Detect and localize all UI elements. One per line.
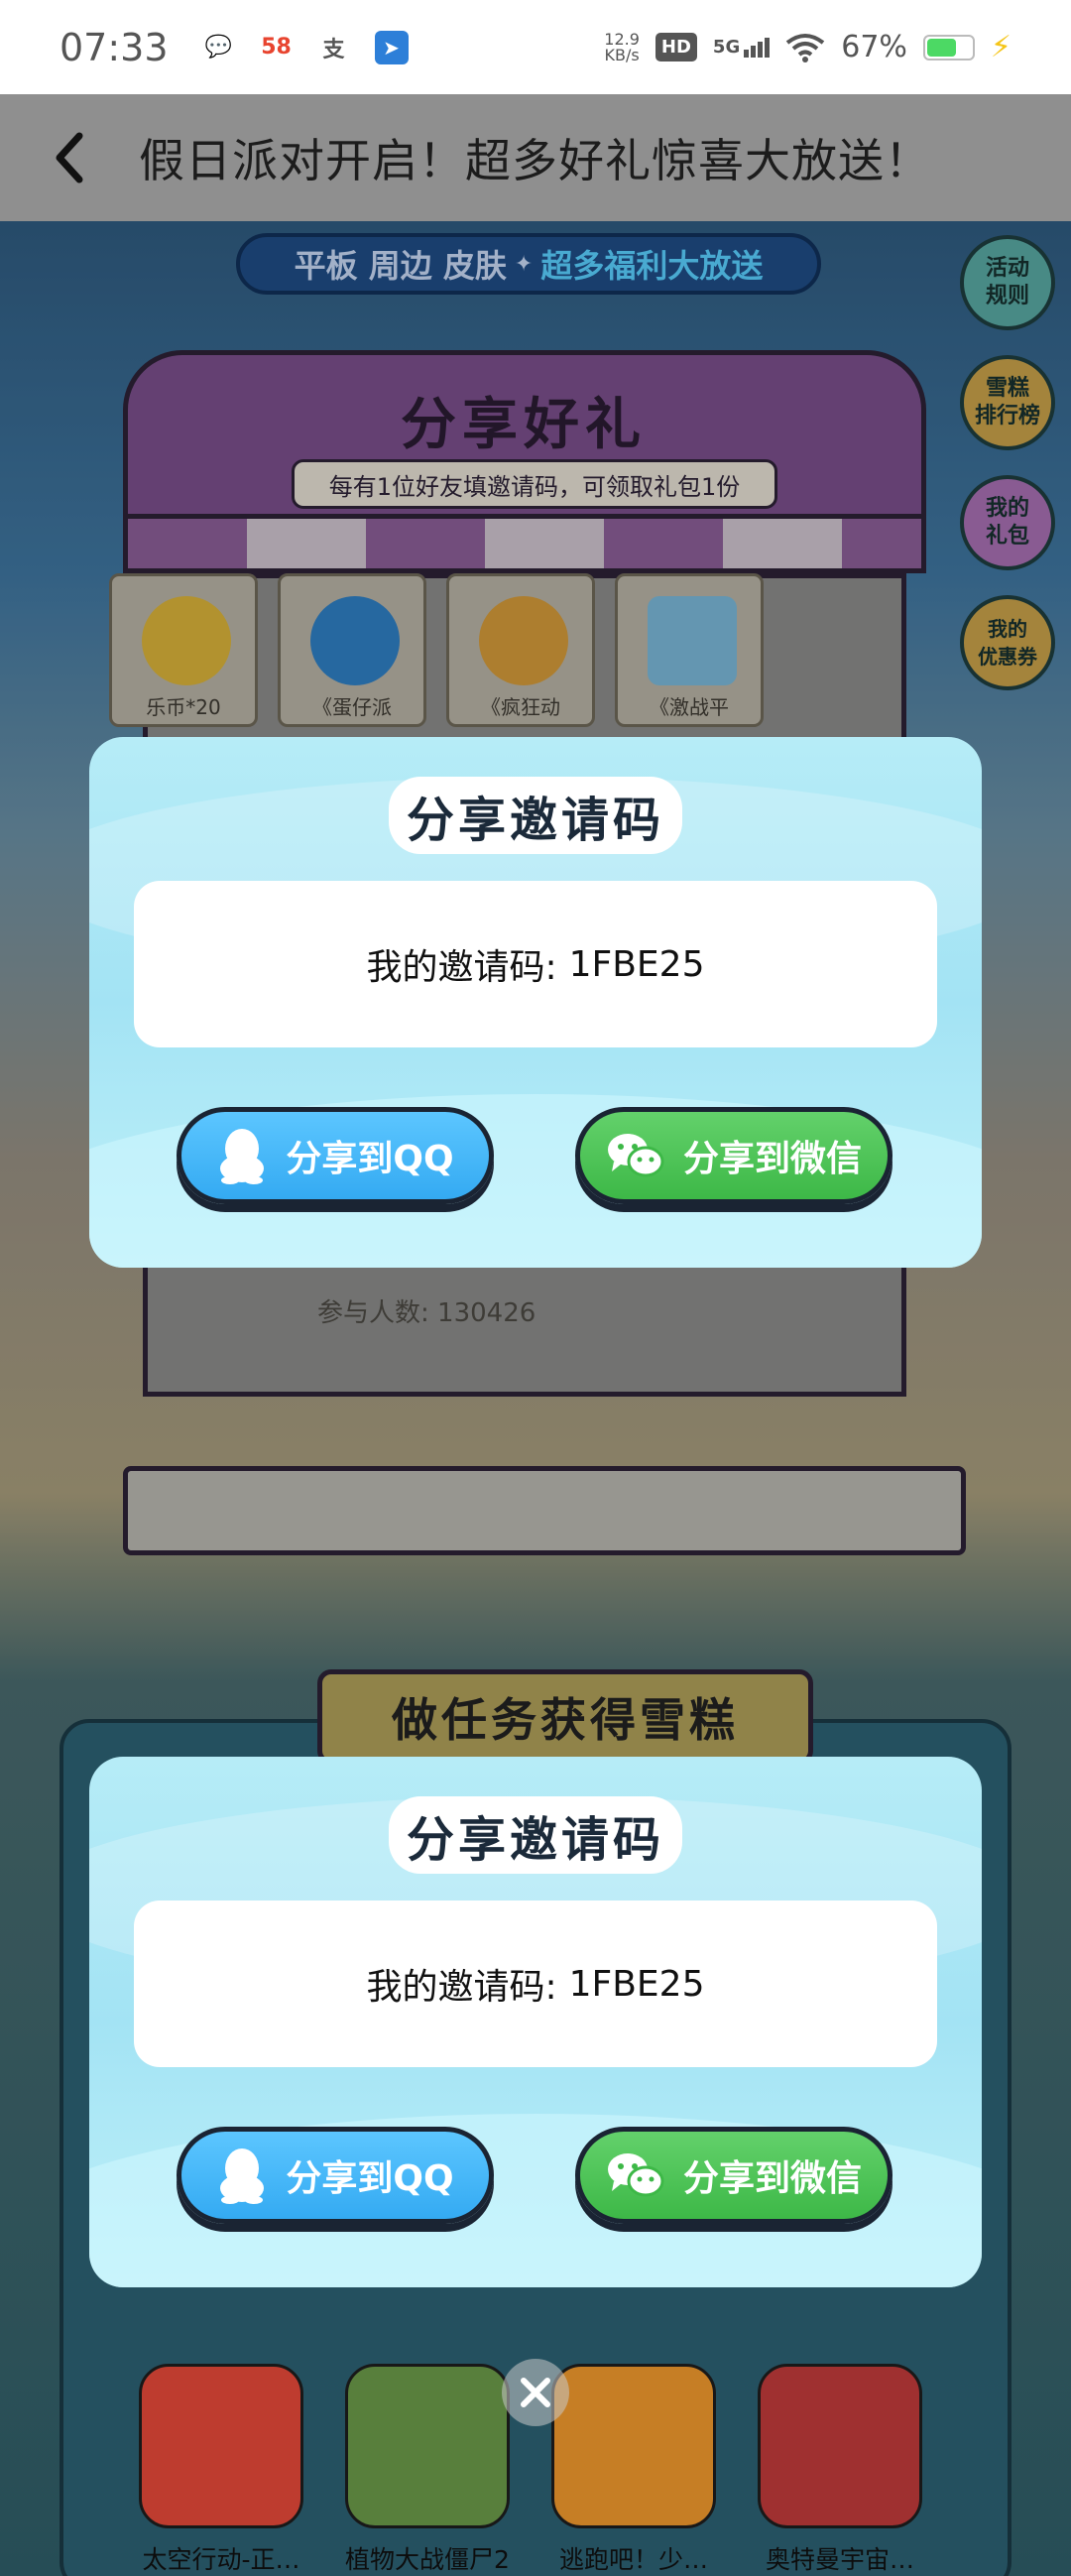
invite-code-dialog: 分享邀请码 我的邀请码: 1FBE25 分享到QQ 分享到微信 xyxy=(89,1757,982,2287)
signal-icon: 5G xyxy=(712,37,771,58)
battery-icon xyxy=(922,34,975,61)
charging-icon: ⚡ xyxy=(990,30,1012,64)
qq-penguin-icon xyxy=(220,2148,265,2204)
status-bar: 07:33 💬 58 支 ➤ 12.9 KB/s HD 5G 67% ⚡ xyxy=(0,0,1071,94)
58-app-icon: 58 xyxy=(261,35,292,60)
status-time: 07:33 xyxy=(60,25,169,69)
back-button[interactable] xyxy=(0,94,139,221)
invite-code-label: 我的邀请码: xyxy=(366,947,557,988)
wifi-icon xyxy=(786,33,825,62)
share-qq-button[interactable]: 分享到QQ xyxy=(177,1107,494,1204)
wechat-icon xyxy=(607,2153,664,2197)
status-app-icons: 💬 58 支 ➤ xyxy=(202,30,409,64)
invite-code-dialog: 分享邀请码 我的邀请码: 1FBE25 分享到QQ 分享到微信 xyxy=(89,737,982,1268)
qq-penguin-icon xyxy=(220,1129,265,1184)
invite-code-box[interactable]: 我的邀请码: 1FBE25 xyxy=(134,881,937,1047)
close-icon xyxy=(521,2378,550,2407)
share-wechat-button[interactable]: 分享到微信 xyxy=(575,1107,892,1204)
close-dialog-button[interactable] xyxy=(502,2359,569,2426)
status-indicators: 12.9 KB/s HD 5G 67% ⚡ xyxy=(604,30,1012,64)
app-notification-icon: ➤ xyxy=(374,30,409,64)
invite-code-label: 我的邀请码: xyxy=(366,1967,557,2008)
wechat-icon: 💬 xyxy=(204,35,233,60)
alipay-icon: 支 xyxy=(322,37,345,62)
network-speed: 12.9 KB/s xyxy=(604,29,640,64)
dialog-title: 分享邀请码 xyxy=(388,777,682,854)
title-bar: 假日派对开启！超多好礼惊喜大放送！ xyxy=(0,94,1071,221)
dialog-title: 分享邀请码 xyxy=(388,1796,682,1874)
invite-code-value: 1FBE25 xyxy=(568,943,705,985)
invite-code-box[interactable]: 我的邀请码: 1FBE25 xyxy=(134,1901,937,2067)
share-qq-button[interactable]: 分享到QQ xyxy=(177,2127,494,2224)
hd-badge: HD xyxy=(654,33,697,61)
invite-code-value: 1FBE25 xyxy=(568,1963,705,2005)
wechat-icon xyxy=(607,1134,664,1177)
page-title: 假日派对开启！超多好礼惊喜大放送！ xyxy=(139,134,931,187)
battery-percent: 67% xyxy=(841,30,907,64)
network-type: 5G xyxy=(712,37,741,58)
share-wechat-button[interactable]: 分享到微信 xyxy=(575,2127,892,2224)
battery-fill xyxy=(926,38,957,57)
chevron-left-icon xyxy=(56,132,83,184)
